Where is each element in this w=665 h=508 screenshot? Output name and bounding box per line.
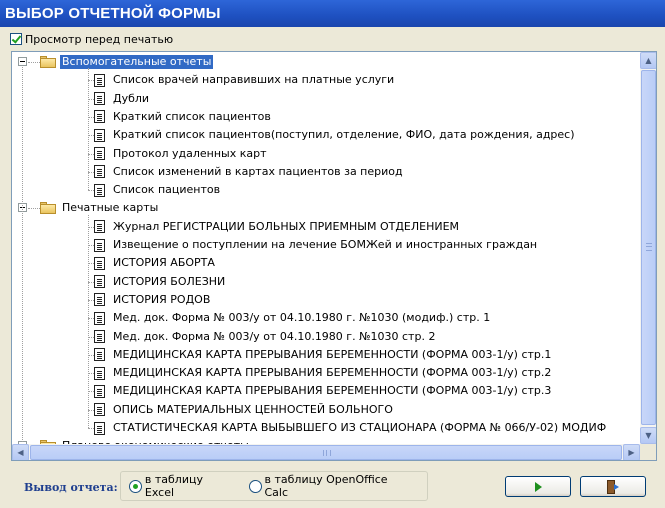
document-icon [94, 238, 105, 252]
output-label: Вывод отчета: [24, 481, 118, 494]
exit-button[interactable] [580, 476, 646, 497]
tree-group-label[interactable]: Вспомогательные отчеты [60, 55, 214, 69]
document-icon [94, 183, 105, 197]
document-icon [94, 128, 105, 142]
tree-item-label[interactable]: Список изменений в картах пациентов за п… [111, 165, 405, 179]
horizontal-scroll-thumb[interactable] [30, 445, 622, 460]
tree-item-label[interactable]: ОПИСЬ МАТЕРИАЛЬНЫХ ЦЕННОСТЕЙ БОЛЬНОГО [111, 403, 395, 417]
scroll-right-button[interactable]: ▶ [623, 444, 640, 460]
document-icon [94, 421, 105, 435]
tree-item-label[interactable]: СТАТИСТИЧЕСКАЯ КАРТА ВЫБЫВШЕГО ИЗ СТАЦИО… [111, 421, 608, 435]
tree-item[interactable]: ИСТОРИЯ БОЛЕЗНИ [94, 273, 227, 291]
document-icon [94, 366, 105, 380]
tree-group-0[interactable]: Вспомогательные отчеты [40, 53, 214, 71]
document-icon [94, 293, 105, 307]
preview-checkbox-row[interactable]: Просмотр перед печатью [10, 32, 173, 46]
tree-item[interactable]: Мед. док. Форма № 003/у от 04.10.1980 г.… [94, 309, 492, 327]
tree-connector [28, 208, 40, 210]
document-icon [94, 92, 105, 106]
report-tree-viewport: Вспомогательные отчеты Список врачей напр… [12, 52, 630, 444]
excel-radio[interactable] [129, 479, 142, 493]
document-icon [94, 311, 105, 325]
exit-door-icon [606, 479, 620, 494]
scroll-down-button[interactable]: ▼ [640, 427, 656, 444]
output-radio-group: в таблицу Excel в таблицу OpenOffice Cal… [120, 471, 428, 501]
tree-item[interactable]: МЕДИЦИНСКАЯ КАРТА ПРЕРЫВАНИЯ БЕРЕМЕННОСТ… [94, 364, 553, 382]
tree-collapse-toggle[interactable] [18, 57, 27, 66]
tree-connector [88, 68, 89, 191]
tree-item-label[interactable]: Протокол удаленных карт [111, 147, 269, 161]
tree-item-label[interactable]: Журнал РЕГИСТРАЦИИ БОЛЬНЫХ ПРИЕМНЫМ ОТДЕ… [111, 220, 461, 234]
tree-item-label[interactable]: Дубли [111, 92, 151, 106]
tree-connector [22, 67, 23, 443]
tree-item[interactable]: МЕДИЦИНСКАЯ КАРТА ПРЕРЫВАНИЯ БЕРЕМЕННОСТ… [94, 382, 553, 400]
tree-item[interactable]: Мед. док. Форма № 003/у от 04.10.1980 г.… [94, 328, 437, 346]
document-icon [94, 403, 105, 417]
document-icon [94, 165, 105, 179]
scroll-left-button[interactable]: ◀ [12, 444, 29, 460]
report-tree[interactable]: Вспомогательные отчеты Список врачей напр… [11, 51, 657, 461]
tree-item[interactable]: ИСТОРИЯ АБОРТА [94, 254, 217, 272]
tree-item[interactable]: Извещение о поступлении на лечение БОМЖе… [94, 236, 539, 254]
tree-item[interactable]: Список пациентов [94, 181, 222, 199]
tree-item-label[interactable]: МЕДИЦИНСКАЯ КАРТА ПРЕРЫВАНИЯ БЕРЕМЕННОСТ… [111, 366, 553, 380]
tree-group-label[interactable]: Печатные карты [60, 201, 160, 215]
tree-item-label[interactable]: Список врачей направивших на платные усл… [111, 73, 396, 87]
tree-item-label[interactable]: ИСТОРИЯ АБОРТА [111, 256, 217, 270]
tree-item[interactable]: Протокол удаленных карт [94, 145, 269, 163]
vertical-scrollbar[interactable]: ▲ ▼ [640, 52, 656, 444]
document-icon [94, 330, 105, 343]
tree-item-label[interactable]: ИСТОРИЯ РОДОВ [111, 293, 212, 307]
tree-connector [88, 214, 89, 428]
openoffice-radio[interactable] [248, 479, 262, 493]
tree-item[interactable]: ОПИСЬ МАТЕРИАЛЬНЫХ ЦЕННОСТЕЙ БОЛЬНОГО [94, 401, 395, 419]
play-icon [534, 481, 542, 492]
run-report-button[interactable] [505, 476, 571, 497]
tree-item[interactable]: СТАТИСТИЧЕСКАЯ КАРТА ВЫБЫВШЕГО ИЗ СТАЦИО… [94, 419, 608, 437]
horizontal-scrollbar[interactable]: ◀ ▶ [12, 444, 640, 460]
tree-item[interactable]: ИСТОРИЯ РОДОВ [94, 291, 212, 309]
tree-group-2[interactable]: Планово-экономические отчеты [40, 437, 251, 444]
folder-icon [40, 56, 56, 68]
tree-item-label[interactable]: МЕДИЦИНСКАЯ КАРТА ПРЕРЫВАНИЯ БЕРЕМЕННОСТ… [111, 384, 553, 398]
tree-item[interactable]: Краткий список пациентов [94, 108, 273, 126]
document-icon [94, 220, 105, 234]
tree-item-label[interactable]: Краткий список пациентов(поступил, отдел… [111, 128, 577, 142]
tree-item[interactable]: Журнал РЕГИСТРАЦИИ БОЛЬНЫХ ПРИЕМНЫМ ОТДЕ… [94, 218, 461, 236]
tree-item-label[interactable]: Мед. док. Форма № 003/у от 04.10.1980 г.… [111, 311, 492, 325]
preview-checkbox[interactable] [10, 33, 22, 45]
tree-item-label[interactable]: МЕДИЦИНСКАЯ КАРТА ПРЕРЫВАНИЯ БЕРЕМЕННОСТ… [111, 348, 553, 362]
tree-item[interactable]: Список врачей направивших на платные усл… [94, 71, 396, 89]
document-icon [94, 275, 105, 289]
document-icon [94, 348, 105, 362]
document-icon [94, 384, 105, 398]
folder-icon [40, 202, 56, 215]
document-icon [94, 73, 105, 87]
tree-item[interactable]: Дубли [94, 90, 151, 108]
tree-item-label[interactable]: Извещение о поступлении на лечение БОМЖе… [111, 238, 539, 252]
tree-item[interactable]: МЕДИЦИНСКАЯ КАРТА ПРЕРЫВАНИЯ БЕРЕМЕННОСТ… [94, 346, 553, 364]
document-icon [94, 110, 105, 124]
vertical-scroll-thumb[interactable] [641, 70, 656, 425]
scrollbar-corner [640, 444, 656, 460]
tree-item[interactable]: Краткий список пациентов(поступил, отдел… [94, 126, 577, 144]
document-icon [94, 256, 105, 270]
preview-checkbox-label[interactable]: Просмотр перед печатью [25, 33, 173, 46]
tree-item-label[interactable]: Краткий список пациентов [111, 110, 273, 124]
tree-connector [28, 62, 40, 63]
tree-item-label[interactable]: Мед. док. Форма № 003/у от 04.10.1980 г.… [111, 330, 437, 344]
document-icon [94, 147, 105, 160]
tree-item-label[interactable]: ИСТОРИЯ БОЛЕЗНИ [111, 275, 227, 289]
window-title: ВЫБОР ОТЧЕТНОЙ ФОРМЫ [0, 0, 665, 27]
tree-group-1[interactable]: Печатные карты [40, 199, 160, 217]
excel-radio-label[interactable]: в таблицу Excel [145, 473, 235, 499]
scroll-up-button[interactable]: ▲ [640, 52, 656, 69]
openoffice-radio-label[interactable]: в таблицу OpenOffice Calc [265, 473, 413, 499]
tree-item-label[interactable]: Список пациентов [111, 183, 222, 197]
tree-item[interactable]: Список изменений в картах пациентов за п… [94, 163, 405, 181]
